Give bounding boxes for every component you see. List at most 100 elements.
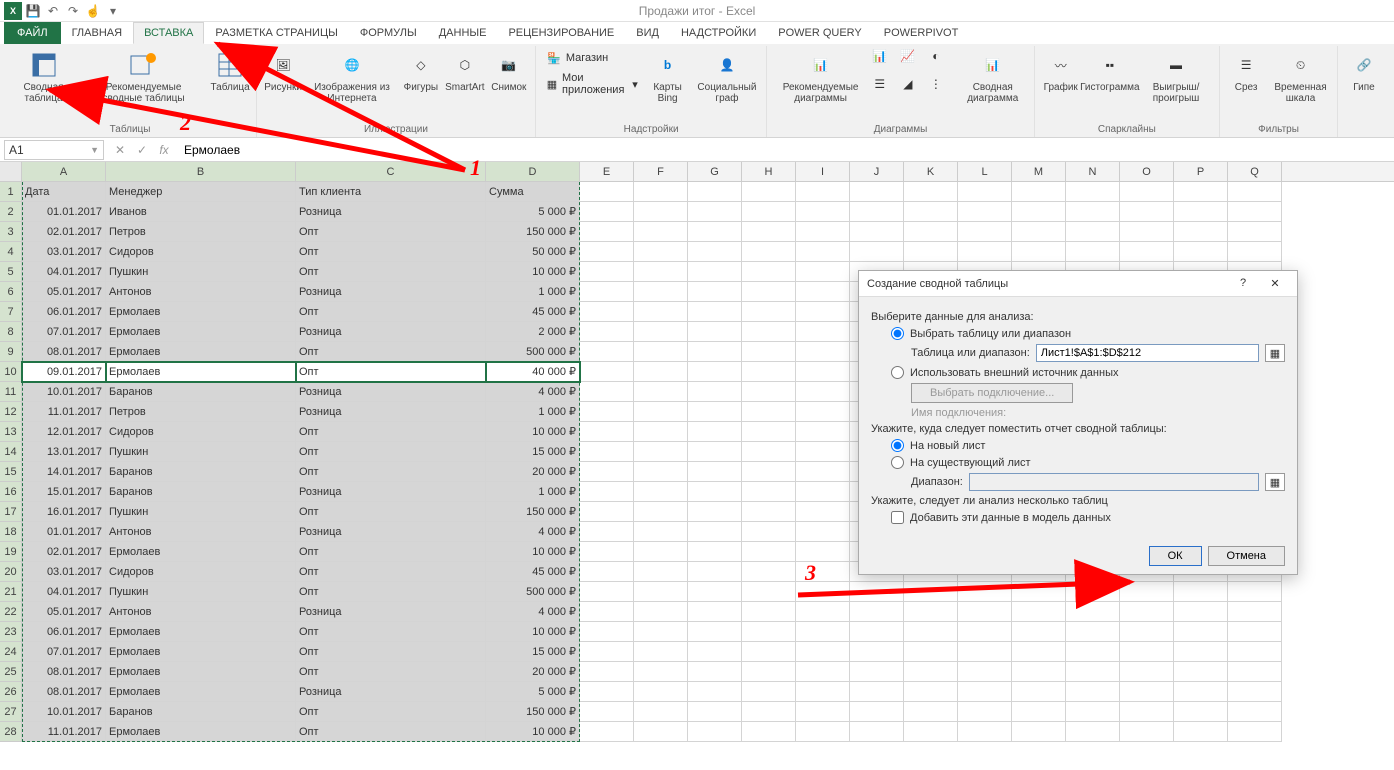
cell[interactable] — [742, 242, 796, 262]
cell[interactable]: Ермолаев — [106, 662, 296, 682]
cell[interactable]: Сидоров — [106, 562, 296, 582]
tab-insert[interactable]: ВСТАВКА — [133, 22, 204, 44]
cell[interactable]: 03.01.2017 — [22, 242, 106, 262]
cell[interactable]: 05.01.2017 — [22, 602, 106, 622]
shapes-button[interactable]: ◇Фигуры — [401, 48, 441, 95]
area-chart-icon[interactable]: ◢ — [900, 76, 916, 92]
accept-formula-icon[interactable]: ✓ — [132, 140, 152, 160]
cell[interactable] — [688, 602, 742, 622]
cell[interactable]: Опт — [296, 662, 486, 682]
cell[interactable]: Опт — [296, 642, 486, 662]
cell[interactable]: 45 000 ₽ — [486, 302, 580, 322]
column-header-F[interactable]: F — [634, 162, 688, 181]
cell[interactable] — [958, 702, 1012, 722]
row-header[interactable]: 8 — [0, 322, 22, 342]
cell[interactable] — [634, 622, 688, 642]
cell[interactable] — [688, 482, 742, 502]
cell[interactable]: Менеджер — [106, 182, 296, 202]
cell[interactable] — [1228, 582, 1282, 602]
screenshot-button[interactable]: 📷Снимок — [489, 48, 529, 95]
cell[interactable]: 16.01.2017 — [22, 502, 106, 522]
cell[interactable]: 150 000 ₽ — [486, 502, 580, 522]
cell[interactable] — [796, 542, 850, 562]
cell[interactable] — [688, 262, 742, 282]
cell[interactable] — [1066, 622, 1120, 642]
cell[interactable] — [634, 462, 688, 482]
cell[interactable] — [742, 562, 796, 582]
row-header[interactable]: 15 — [0, 462, 22, 482]
cell[interactable] — [742, 482, 796, 502]
cell[interactable]: Ермолаев — [106, 622, 296, 642]
column-header-L[interactable]: L — [958, 162, 1012, 181]
cell[interactable]: 10 000 ₽ — [486, 262, 580, 282]
cell[interactable] — [688, 282, 742, 302]
cell[interactable] — [742, 302, 796, 322]
row-header[interactable]: 27 — [0, 702, 22, 722]
cell[interactable] — [742, 262, 796, 282]
cell[interactable]: 04.01.2017 — [22, 582, 106, 602]
cell[interactable]: 02.01.2017 — [22, 542, 106, 562]
cell[interactable]: Сидоров — [106, 422, 296, 442]
cell[interactable]: 10 000 ₽ — [486, 542, 580, 562]
cell[interactable] — [742, 362, 796, 382]
cell[interactable]: Опт — [296, 362, 486, 382]
cell[interactable] — [1174, 602, 1228, 622]
cell[interactable] — [1120, 222, 1174, 242]
cell[interactable] — [634, 262, 688, 282]
cell[interactable]: Ермолаев — [106, 722, 296, 742]
cell[interactable] — [1120, 582, 1174, 602]
cell[interactable] — [904, 722, 958, 742]
cell[interactable]: Петров — [106, 222, 296, 242]
cell[interactable] — [1012, 182, 1066, 202]
cell[interactable] — [580, 302, 634, 322]
cell[interactable]: 03.01.2017 — [22, 562, 106, 582]
cell[interactable] — [1228, 662, 1282, 682]
row-header[interactable]: 4 — [0, 242, 22, 262]
touch-icon[interactable]: ☝ — [84, 2, 102, 20]
cell[interactable] — [850, 222, 904, 242]
cell[interactable] — [1228, 202, 1282, 222]
row-header[interactable]: 21 — [0, 582, 22, 602]
column-header-I[interactable]: I — [796, 162, 850, 181]
row-header[interactable]: 17 — [0, 502, 22, 522]
cell[interactable]: 12.01.2017 — [22, 422, 106, 442]
cell[interactable] — [796, 282, 850, 302]
cell[interactable] — [580, 462, 634, 482]
cell[interactable] — [742, 342, 796, 362]
cell[interactable] — [796, 622, 850, 642]
undo-icon[interactable]: ↶ — [44, 2, 62, 20]
cell[interactable]: 05.01.2017 — [22, 282, 106, 302]
cell[interactable] — [634, 282, 688, 302]
cell[interactable] — [1120, 722, 1174, 742]
tab-formulas[interactable]: ФОРМУЛЫ — [349, 22, 428, 44]
cell[interactable]: 15 000 ₽ — [486, 442, 580, 462]
cell[interactable] — [688, 342, 742, 362]
cell[interactable] — [634, 382, 688, 402]
cell[interactable] — [580, 582, 634, 602]
save-icon[interactable]: 💾 — [24, 2, 42, 20]
cell[interactable] — [580, 322, 634, 342]
cell[interactable]: 5 000 ₽ — [486, 682, 580, 702]
cell[interactable] — [634, 182, 688, 202]
cell[interactable]: 10.01.2017 — [22, 382, 106, 402]
cell[interactable] — [796, 682, 850, 702]
cell[interactable] — [1012, 602, 1066, 622]
location-picker-icon[interactable]: ▦ — [1265, 473, 1285, 491]
cell[interactable] — [796, 322, 850, 342]
cell[interactable]: Ермолаев — [106, 542, 296, 562]
row-header[interactable]: 22 — [0, 602, 22, 622]
cell[interactable] — [796, 702, 850, 722]
cell[interactable]: 150 000 ₽ — [486, 702, 580, 722]
cell[interactable] — [1120, 702, 1174, 722]
cell[interactable] — [688, 542, 742, 562]
cell[interactable] — [796, 362, 850, 382]
cell[interactable]: 1 000 ₽ — [486, 482, 580, 502]
column-header-B[interactable]: B — [106, 162, 296, 181]
row-header[interactable]: 6 — [0, 282, 22, 302]
cell[interactable] — [958, 622, 1012, 642]
name-box[interactable]: A1▼ — [4, 140, 104, 160]
cell[interactable] — [1120, 602, 1174, 622]
cell[interactable]: Опт — [296, 722, 486, 742]
column-header-M[interactable]: M — [1012, 162, 1066, 181]
cell[interactable]: Баранов — [106, 462, 296, 482]
